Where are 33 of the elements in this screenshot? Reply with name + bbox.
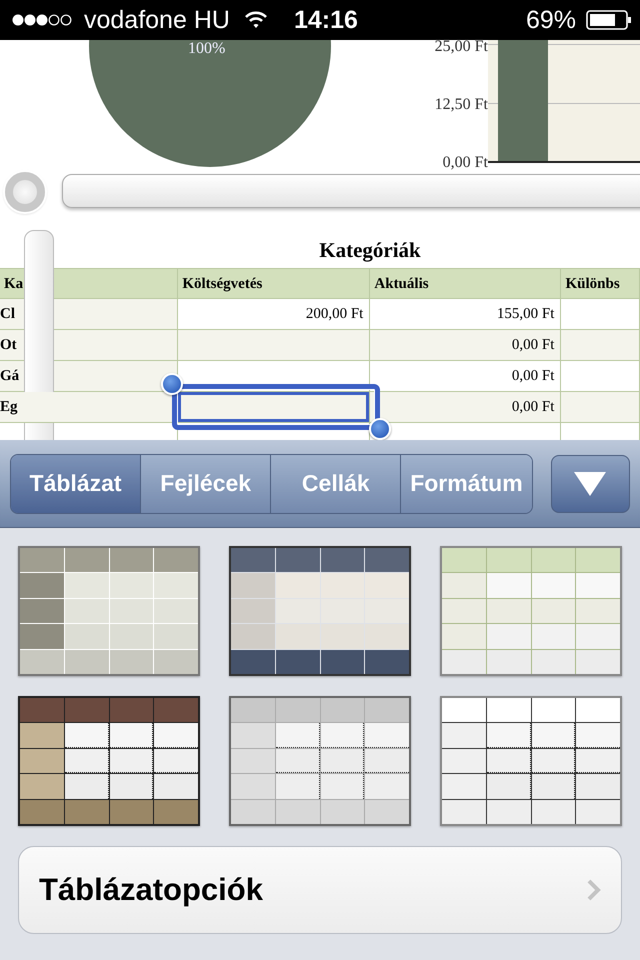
table-style-thumbnail[interactable] [229,696,411,826]
battery-icon [586,10,632,30]
table-style-thumbnail[interactable] [18,546,200,676]
axis-label: 25,00 Ft [434,40,488,56]
carrier-name: vodafone HU [84,6,230,34]
toolbar-tab[interactable]: Fejlécek [141,454,272,512]
table-style-thumbnail[interactable] [229,546,411,676]
signal-icon [12,13,74,27]
dropdown-button[interactable] [550,454,630,512]
chevron-icon [587,879,601,901]
table-style-thumbnail[interactable] [18,696,200,826]
table-cell: 0,00 Ft [370,392,562,423]
clock-time: 14:16 [294,6,358,34]
table-style-thumbnail[interactable] [440,546,622,676]
pie-percent-label: 100% [188,40,226,58]
triangle-icon [574,472,606,496]
column-header: Különbs [561,268,640,299]
column-header: Aktuális [370,268,562,299]
toolbar-tab[interactable]: Cellák [271,454,402,512]
table-style-thumbnail[interactable] [440,696,622,826]
battery-percent: 69% [526,6,576,34]
toolbar-tab[interactable]: Táblázat [11,454,142,512]
wifi-icon [244,11,268,29]
table-options-button[interactable]: Táblázatopciók [18,846,622,934]
column-header: Költségvetés [178,268,370,299]
toolbar-tab[interactable]: Formátum [401,454,532,512]
table-cell: 155,00 Ft [370,299,562,330]
axis-label: 12,50 Ft [434,96,488,114]
axis-label: 0,00 Ft [442,154,488,172]
table-title: Kategóriák [318,237,422,264]
table-cell: 0,00 Ft [370,330,562,361]
table-cell: 0,00 Ft [370,361,562,392]
table-cell: 200,00 Ft [178,299,370,330]
